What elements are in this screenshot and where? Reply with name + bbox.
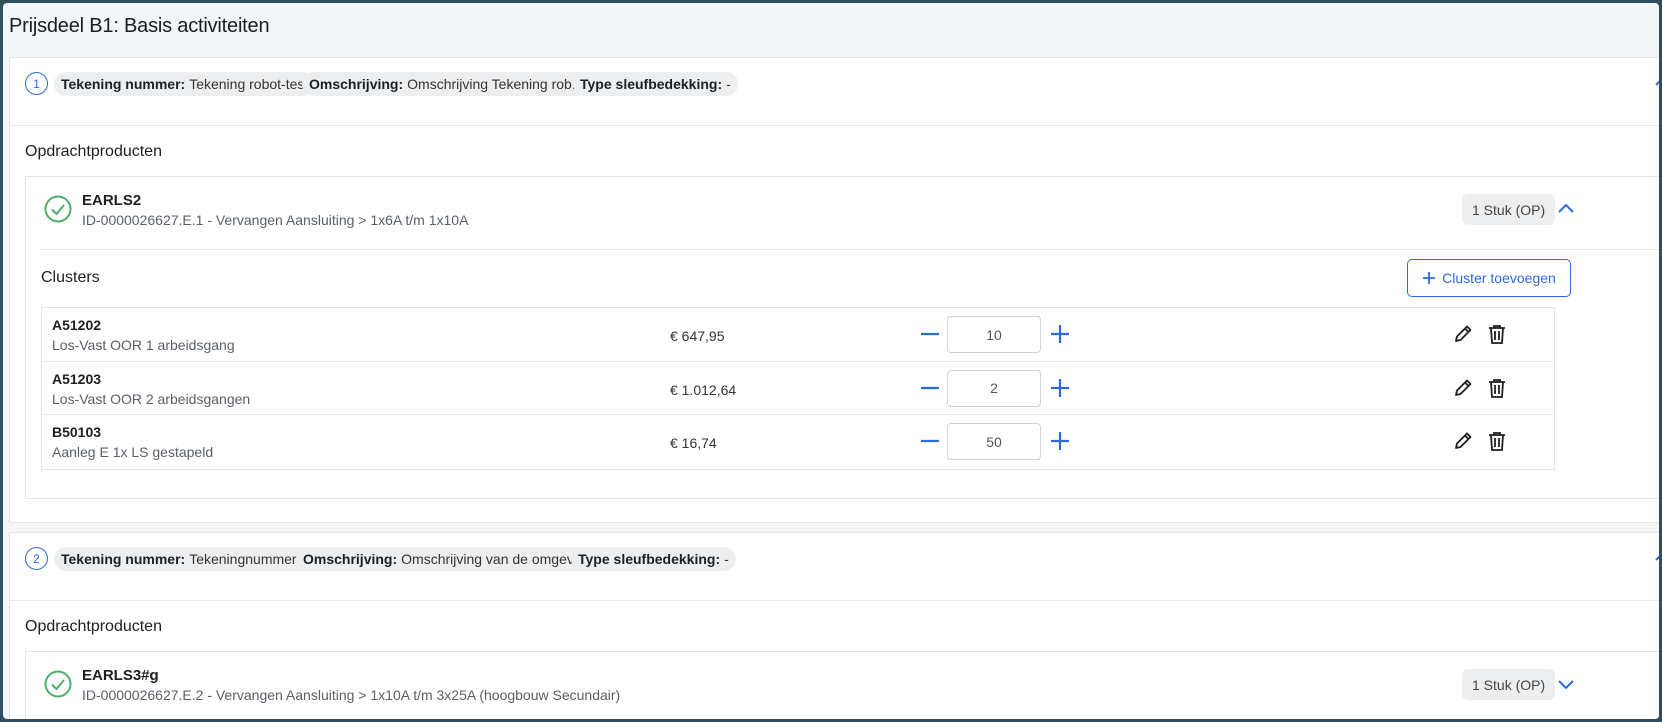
product-description: ID-0000026627.E.2 - Vervangen Aansluitin… [82,687,621,703]
product-card: EARLS3#g ID-0000026627.E.2 - Vervangen A… [25,651,1659,719]
chip-label: Tekening nummer: [61,551,186,567]
section-header[interactable]: 2 Tekening nummer: Tekeningnummer 2 Omsc… [10,533,1659,601]
product-code: EARLS3#g [82,667,159,684]
trash-icon[interactable] [1486,323,1508,345]
cluster-price: € 1.012,64 [670,381,737,398]
table-row: A51202 Los-Vast OOR 1 arbeidsgang € 647,… [42,308,1554,362]
add-cluster-label: Cluster toevoegen [1442,270,1556,286]
product-card: EARLS2 ID-0000026627.E.1 - Vervangen Aan… [25,176,1659,499]
check-circle-icon [44,195,72,223]
product-description: ID-0000026627.E.1 - Vervangen Aansluitin… [82,212,469,228]
quantity-badge: 1 Stuk (OP) [1462,194,1556,225]
chip-value: Tekening robot-test [189,76,309,92]
drawing-section-2: 2 Tekening nummer: Tekeningnummer 2 Omsc… [9,532,1659,719]
chip-label: Type sleufbedekking: [580,76,723,92]
trash-icon[interactable] [1486,377,1508,399]
quantity-badge: 1 Stuk (OP) [1462,669,1556,700]
app-frame: Prijsdeel B1: Basis activiteiten 1 Teken… [3,3,1659,719]
step-number-badge: 2 [25,547,48,570]
check-circle-icon [44,670,72,698]
chip-drawing-number: Tekening nummer: Tekeningnummer 2 [54,547,316,571]
table-row: A51203 Los-Vast OOR 2 arbeidsgangen € 1.… [42,362,1554,415]
plus-icon[interactable] [1048,376,1072,400]
chevron-up-icon[interactable] [1653,547,1659,567]
chip-value: Omschrijving van de omgev... [401,551,585,567]
chip-trench-cover-type: Type sleufbedekking: - [571,547,736,571]
chip-description: Omschrijving: Omschrijving Tekening rob.… [302,72,591,96]
cluster-code: A51202 [52,317,102,333]
cluster-description: Aanleg E 1x LS gestapeld [52,444,214,460]
chevron-down-icon[interactable] [1556,674,1576,694]
minus-icon[interactable] [918,429,942,453]
product-code: EARLS2 [82,192,142,209]
cluster-price: € 16,74 [670,435,717,451]
minus-icon[interactable] [918,376,942,400]
drawing-section-1: 1 Tekening nummer: Tekening robot-test O… [9,57,1659,523]
cluster-price: € 647,95 [670,328,725,344]
cluster-code: A51203 [52,370,102,387]
chip-value: Omschrijving Tekening rob... [407,76,584,92]
plus-icon [1423,272,1436,284]
pencil-icon[interactable] [1452,377,1474,399]
chip-drawing-number: Tekening nummer: Tekening robot-test [54,72,316,96]
quantity-input[interactable] [947,423,1041,460]
clusters-title: Clusters [41,269,100,286]
divider [41,249,1659,250]
quantity-input[interactable] [947,369,1041,407]
minus-icon[interactable] [918,322,942,346]
cluster-description: Los-Vast OOR 2 arbeidsgangen [52,390,251,407]
chevron-up-icon[interactable] [1653,72,1659,92]
quantity-input[interactable] [947,316,1041,353]
chip-description: Omschrijving: Omschrijving van de omgev.… [296,547,592,571]
chip-value: Tekeningnummer 2 [189,551,309,567]
section-header[interactable]: 1 Tekening nummer: Tekening robot-test O… [10,58,1659,126]
chip-label: Omschrijving: [303,551,398,567]
chip-trench-cover-type: Type sleufbedekking: - [573,72,738,96]
chevron-up-icon[interactable] [1556,199,1576,219]
table-row: B50103 Aanleg E 1x LS gestapeld € 16,74 [42,415,1554,469]
chip-label: Omschrijving: [309,76,404,92]
chip-value: - [724,551,729,567]
cluster-description: Los-Vast OOR 1 arbeidsgang [52,337,235,353]
clusters-table: A51202 Los-Vast OOR 1 arbeidsgang € 647,… [41,307,1555,470]
trash-icon[interactable] [1486,430,1508,452]
pencil-icon[interactable] [1452,323,1474,345]
section-subtitle: Opdrachtproducten [25,618,162,635]
section-subtitle: Opdrachtproducten [25,143,162,160]
chip-label: Tekening nummer: [61,76,186,92]
add-cluster-button[interactable]: Cluster toevoegen [1407,259,1571,297]
cluster-code: B50103 [52,424,102,440]
plus-icon[interactable] [1048,322,1072,346]
step-number-badge: 1 [25,72,48,95]
chip-value: - [726,76,731,92]
chip-label: Type sleufbedekking: [578,551,721,567]
page-title: Prijsdeel B1: Basis activiteiten [9,15,270,37]
plus-icon[interactable] [1048,429,1072,453]
pencil-icon[interactable] [1452,430,1474,452]
